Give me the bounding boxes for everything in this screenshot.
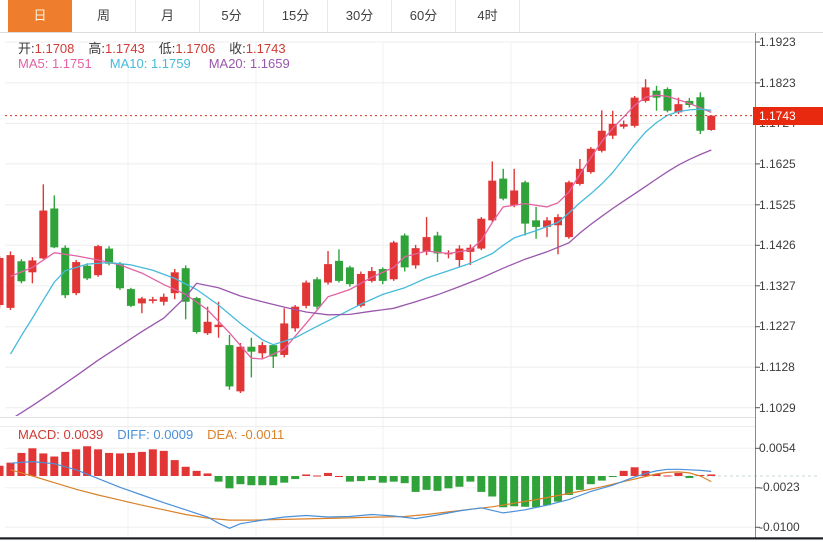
ma5-label: MA5: <box>18 56 49 71</box>
tab-30min[interactable]: 30分 <box>328 0 392 32</box>
candlestick-chart-canvas[interactable] <box>0 0 823 542</box>
last-price-tag: 1.1743 <box>753 107 823 125</box>
price-axis-label: 1.1426 <box>759 238 796 252</box>
ma20-label: MA20: <box>208 56 247 71</box>
candles-series <box>0 79 716 393</box>
diff-value: 0.0009 <box>153 427 194 442</box>
macd-axis-label: -0.0100 <box>759 520 800 534</box>
close-value: 1.1743 <box>245 41 286 56</box>
ma10-line <box>9 108 712 355</box>
low-label: 低: <box>158 41 176 56</box>
ma20-value: 1.1659 <box>249 56 290 71</box>
dea-label: DEA: <box>207 427 238 442</box>
tab-day[interactable]: 日 <box>8 0 72 32</box>
high-value: 1.1743 <box>105 41 145 56</box>
tab-5min[interactable]: 5分 <box>200 0 264 32</box>
price-axis-label: 1.1525 <box>759 198 796 212</box>
macd-value: 0.0039 <box>63 427 104 442</box>
price-axis-label: 1.1823 <box>759 76 796 90</box>
ma10-label: MA10: <box>109 56 148 71</box>
macd-label: MACD: <box>18 427 60 442</box>
macd-row: MACD: 0.0039 DIFF: 0.0009 DEA: -0.0011 <box>18 427 298 442</box>
diff-line <box>10 460 712 529</box>
macd-axis-label: 0.0054 <box>759 441 796 455</box>
close-label: 收: <box>229 41 246 56</box>
low-value: 1.1706 <box>175 41 216 56</box>
dea-value: -0.0011 <box>241 427 285 442</box>
open-value: 1.1708 <box>34 41 75 56</box>
tab-4hour[interactable]: 4时 <box>456 0 520 32</box>
macd-histogram <box>0 446 716 508</box>
diff-label: DIFF: <box>117 427 150 442</box>
bottom-border <box>0 537 823 540</box>
period-tab-bar: 日 周 月 5分 15分 30分 60分 4时 <box>0 0 823 33</box>
trading-chart-window: 日 周 月 5分 15分 30分 60分 4时 开:1.1708 高:1.1743… <box>0 0 823 542</box>
ma5-value: 1.1751 <box>51 56 92 71</box>
tab-60min[interactable]: 60分 <box>392 0 456 32</box>
price-axis-label: 1.1327 <box>759 279 796 293</box>
ma5-line <box>10 94 712 360</box>
price-axis-label: 1.1625 <box>759 157 796 171</box>
tab-15min[interactable]: 15分 <box>264 0 328 32</box>
open-label: 开: <box>18 41 35 56</box>
price-axis-label: 1.1227 <box>759 319 796 333</box>
high-label: 高: <box>88 41 106 56</box>
ohlc-row: 开:1.1708 高:1.1743 低:1.1706 收:1.1743 <box>18 38 300 57</box>
macd-axis-label: -0.0023 <box>759 480 800 494</box>
price-axis-label: 1.1923 <box>759 35 796 49</box>
ma10-value: 1.1759 <box>150 56 191 71</box>
ma-row: MA5: 1.1751 MA10: 1.1759 MA20: 1.1659 <box>18 56 308 71</box>
tab-month[interactable]: 月 <box>136 0 200 32</box>
price-axis-label: 1.1128 <box>759 360 795 374</box>
tab-week[interactable]: 周 <box>72 0 136 32</box>
price-axis-label: 1.1029 <box>759 401 796 415</box>
